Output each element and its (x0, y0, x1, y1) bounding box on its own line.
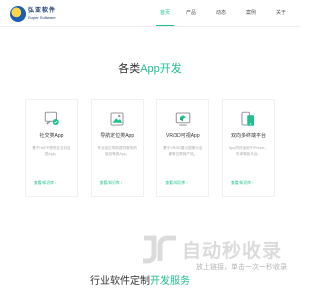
tourism-app-icon (110, 112, 124, 126)
card-title: 双向多终端平台 (230, 133, 266, 139)
nav-item-cases[interactable]: 案例 (236, 0, 266, 26)
watermark-subtitle: 放上链接，单击一次一秒收录 (196, 264, 287, 271)
main-nav: 首页 产品 动态 案例 关于 (150, 0, 296, 26)
nav-item-news[interactable]: 动态 (206, 0, 236, 26)
service-card[interactable]: 导航定位类App 专业定位导航提供服务的旅游等类App。 查看/知识库 › (90, 99, 144, 197)
card-more-link-text: 查看/知识库 (99, 181, 120, 185)
section-title-accent: App开发 (140, 63, 182, 75)
nav-item-about[interactable]: 关于 (266, 0, 296, 26)
social-app-icon (44, 111, 59, 125)
card-title: 社交类App (39, 133, 64, 139)
card-desc: App同时适用于iPhone、安卓等各平台。 (228, 146, 269, 156)
logo-text: 弘亚软件 Super Software (28, 7, 56, 21)
service-card[interactable]: VR/3D可视App 基于VR/3D展示图像与全景等互联网产品。 查看/知识库 … (156, 99, 210, 197)
cross-platform-icon (241, 111, 255, 126)
section-title: 各类App开发 (0, 60, 300, 76)
service-card[interactable]: 社交类App 基于HAPP提供社交社区类App。 查看/知识库 › (25, 99, 78, 197)
card-desc: 基于HAPP提供社交社区类App。 (32, 146, 71, 156)
card-more-link[interactable]: 查看/知识库 › (165, 181, 202, 186)
next-section-title-accent: 开发服务 (150, 276, 190, 287)
card-more-link[interactable]: 查看/知识库 › (100, 181, 137, 186)
site-logo[interactable]: 弘亚软件 Super Software (10, 6, 56, 22)
card-more-link-text: 查看/知识库 (34, 181, 55, 185)
logo-en-text: Super Software (28, 15, 56, 20)
watermark-logo-icon (143, 235, 176, 264)
section-title-prefix: 各类 (118, 63, 141, 75)
next-section-title-prefix: 行业软件定制 (90, 276, 150, 287)
service-card[interactable]: 双向多终端平台 App同时适用于iPhone、安卓等各平台。 查看/知识库 › (221, 99, 275, 197)
logo-emblem-icon (10, 6, 26, 22)
service-cards: 社交类App 基于HAPP提供社交社区类App。 查看/知识库 › 导航定位类A… (25, 99, 275, 197)
card-more-link-text: 查看/知识库 (165, 181, 186, 185)
chevron-right-icon: › (186, 181, 188, 185)
chevron-right-icon: › (120, 181, 123, 185)
watermark-title: 自动秒收录 (182, 240, 283, 262)
card-more-link[interactable]: 查看/知识库 › (34, 181, 71, 186)
nav-item-home[interactable]: 首页 (154, 0, 176, 26)
card-more-link[interactable]: 查看/知识库 › (231, 181, 268, 186)
card-desc: 基于VR/3D展示图像与全景等互联网产品。 (163, 146, 203, 156)
header-divider (0, 26, 300, 27)
chevron-right-icon: › (55, 181, 57, 185)
logo-cn-text: 弘亚软件 (28, 7, 57, 14)
card-title: 导航定位类App (100, 133, 135, 139)
card-desc: 专业定位导航提供服务的旅游等类App。 (97, 146, 137, 156)
next-section-title: 行业软件定制开发服务 (90, 272, 190, 287)
chevron-right-icon: › (252, 181, 254, 185)
vr-app-icon (175, 112, 191, 126)
card-title: VR/3D可视App (166, 133, 200, 139)
card-more-link-text: 查看/知识库 (230, 181, 252, 185)
nav-item-products[interactable]: 产品 (176, 0, 206, 26)
